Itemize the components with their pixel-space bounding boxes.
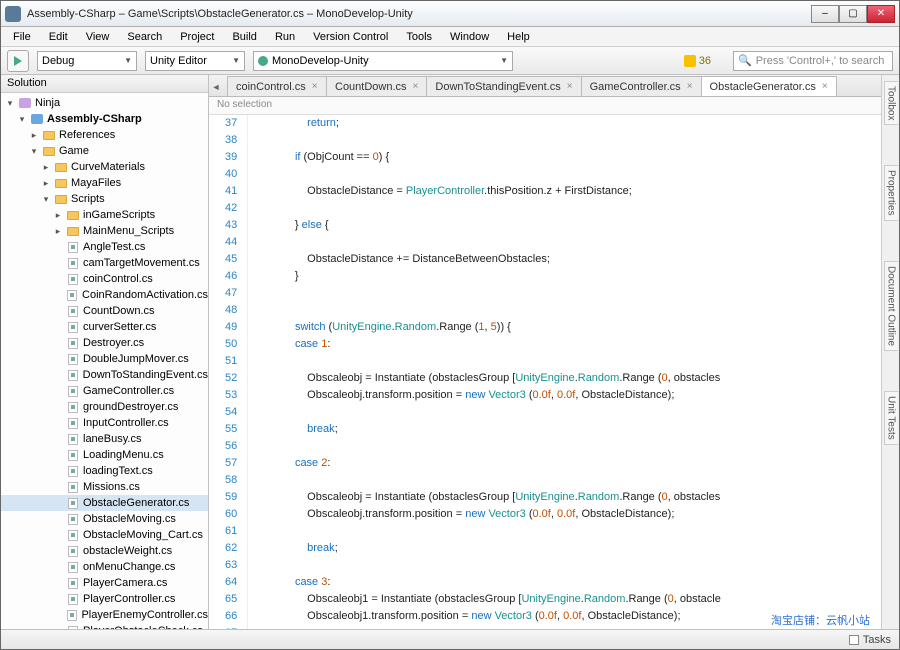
rail-properties[interactable]: Properties [884,165,898,221]
window-title: Assembly-CSharp – Game\Scripts\ObstacleG… [27,8,811,20]
solution-panel: Solution ▾Ninja▾Assembly-CSharp▸Referenc… [1,75,209,629]
chevron-down-icon: ▼ [500,56,508,65]
file-loadingmenu-cs[interactable]: LoadingMenu.cs [1,447,208,463]
menu-build[interactable]: Build [224,29,264,45]
chevron-down-icon: ▼ [124,56,132,65]
device-select[interactable]: MonoDevelop-Unity ▼ [253,51,513,71]
rail-toolbox[interactable]: Toolbox [884,81,898,125]
editor-area: ◄ coinControl.cs×CountDown.cs×DownToStan… [209,75,881,629]
tab-close-icon[interactable]: × [822,81,828,92]
file-countdown-cs[interactable]: CountDown.cs [1,303,208,319]
tab-close-icon[interactable]: × [687,81,693,92]
right-rail: Toolbox Properties Document Outline Unit Te… [881,75,899,629]
menu-view[interactable]: View [78,29,118,45]
file-destroyer-cs[interactable]: Destroyer.cs [1,335,208,351]
file-downtostandingevent-cs[interactable]: DownToStandingEvent.cs [1,367,208,383]
folder-curvematerials[interactable]: ▸CurveMaterials [1,159,208,175]
file-curversetter-cs[interactable]: curverSetter.cs [1,319,208,335]
folder-scripts[interactable]: ▾Scripts [1,191,208,207]
tab-close-icon[interactable]: × [312,81,318,92]
menu-search[interactable]: Search [119,29,170,45]
tasks-icon [849,635,859,645]
menu-window[interactable]: Window [442,29,497,45]
rail-unit-tests[interactable]: Unit Tests [884,391,898,445]
statusbar: Tasks [1,629,899,649]
tab-close-icon[interactable]: × [413,81,419,92]
folder-mayafiles[interactable]: ▸MayaFiles [1,175,208,191]
folder-game[interactable]: ▾Game [1,143,208,159]
menu-project[interactable]: Project [172,29,222,45]
file-loadingtext-cs[interactable]: loadingText.cs [1,463,208,479]
code-source[interactable]: return; if (ObjCount == 0) { ObstacleDis… [248,115,721,629]
menu-tools[interactable]: Tools [398,29,440,45]
maximize-button[interactable]: ▢ [839,5,867,23]
target-value: Unity Editor [150,55,207,67]
file-playerenemycontroller-cs[interactable]: PlayerEnemyController.cs [1,607,208,623]
code-editor[interactable]: 3738394041424344454647484950515253545556… [209,115,881,629]
file-camtargetmovement-cs[interactable]: camTargetMovement.cs [1,255,208,271]
file-playercamera-cs[interactable]: PlayerCamera.cs [1,575,208,591]
tab-obstaclegenerator-cs[interactable]: ObstacleGenerator.cs× [701,76,837,96]
folder-ingamescripts[interactable]: ▸inGameScripts [1,207,208,223]
tab-countdown-cs[interactable]: CountDown.cs× [326,76,427,96]
tab-nav-prev[interactable]: ◄ [210,78,222,96]
tab-coincontrol-cs[interactable]: coinControl.cs× [227,76,327,96]
run-button[interactable] [7,50,29,72]
file-obstaclemoving-cs[interactable]: ObstacleMoving.cs [1,511,208,527]
target-select[interactable]: Unity Editor ▼ [145,51,245,71]
file-obstacleweight-cs[interactable]: obstacleWeight.cs [1,543,208,559]
warnings-indicator[interactable]: 36 [678,55,717,67]
solution-root[interactable]: ▾Ninja [1,95,208,111]
project-assembly[interactable]: ▾Assembly-CSharp [1,111,208,127]
warnings-count: 36 [699,55,711,67]
device-value: MonoDevelop-Unity [272,55,369,67]
play-icon [13,56,23,66]
menubar: FileEditViewSearchProjectBuildRunVersion… [1,27,899,47]
configuration-value: Debug [42,55,74,67]
file-grounddestroyer-cs[interactable]: groundDestroyer.cs [1,399,208,415]
menu-help[interactable]: Help [499,29,538,45]
configuration-select[interactable]: Debug ▼ [37,51,137,71]
minimize-button[interactable]: – [811,5,839,23]
app-icon [5,6,21,22]
file-missions-cs[interactable]: Missions.cs [1,479,208,495]
tab-downtostandingevent-cs[interactable]: DownToStandingEvent.cs× [426,76,581,96]
menu-version-control[interactable]: Version Control [305,29,396,45]
tab-close-icon[interactable]: × [567,81,573,92]
menu-edit[interactable]: Edit [41,29,76,45]
folder-references[interactable]: ▸References [1,127,208,143]
search-icon: 🔍 [738,54,752,67]
warning-icon [684,55,696,67]
menu-file[interactable]: File [5,29,39,45]
toolbar: Debug ▼ Unity Editor ▼ MonoDevelop-Unity… [1,47,899,75]
file-playercontroller-cs[interactable]: PlayerController.cs [1,591,208,607]
tasks-button[interactable]: Tasks [849,634,891,646]
chevron-down-icon: ▼ [232,56,240,65]
watermark-text: 淘宝店铺：云帆小站 [771,612,870,628]
folder-mainmenuscripts[interactable]: ▸MainMenu_Scripts [1,223,208,239]
file-obstaclegenerator-cs[interactable]: ObstacleGenerator.cs [1,495,208,511]
close-button[interactable]: ✕ [867,5,895,23]
file-obstaclemoving_cart-cs[interactable]: ObstacleMoving_Cart.cs [1,527,208,543]
file-coincontrol-cs[interactable]: coinControl.cs [1,271,208,287]
file-gamecontroller-cs[interactable]: GameController.cs [1,383,208,399]
tab-gamecontroller-cs[interactable]: GameController.cs× [581,76,702,96]
rail-document-outline[interactable]: Document Outline [884,261,898,351]
file-lanebusy-cs[interactable]: laneBusy.cs [1,431,208,447]
file-inputcontroller-cs[interactable]: InputController.cs [1,415,208,431]
solution-header: Solution [1,75,208,93]
breadcrumb[interactable]: No selection [209,97,881,115]
file-angletest-cs[interactable]: AngleTest.cs [1,239,208,255]
editor-tabstrip: ◄ coinControl.cs×CountDown.cs×DownToStan… [209,75,881,97]
file-doublejumpmover-cs[interactable]: DoubleJumpMover.cs [1,351,208,367]
window-titlebar: Assembly-CSharp – Game\Scripts\ObstacleG… [1,1,899,27]
file-coinrandomactivation-cs[interactable]: CoinRandomActivation.cs [1,287,208,303]
search-input[interactable]: 🔍 Press 'Control+,' to search [733,51,893,71]
search-placeholder: Press 'Control+,' to search [756,55,885,67]
solution-tree[interactable]: ▾Ninja▾Assembly-CSharp▸References▾Game▸C… [1,93,208,629]
file-onmenuchange-cs[interactable]: onMenuChange.cs [1,559,208,575]
menu-run[interactable]: Run [267,29,303,45]
line-gutter: 3738394041424344454647484950515253545556… [209,115,248,629]
